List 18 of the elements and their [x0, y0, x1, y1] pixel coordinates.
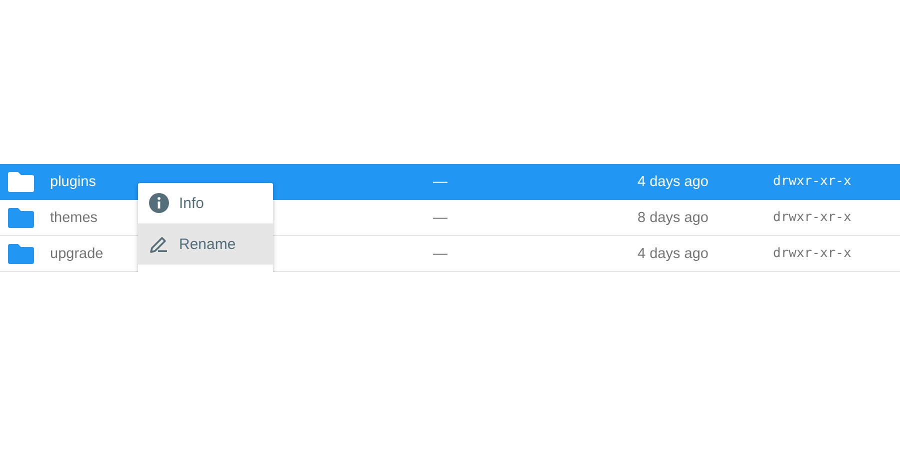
file-permissions: drwxr-xr-x: [773, 210, 852, 225]
file-size: —: [433, 246, 448, 262]
modified-date: 8 days ago: [636, 210, 710, 226]
file-size: —: [433, 174, 448, 190]
file-name: upgrade: [50, 246, 104, 262]
file-permissions: drwxr-xr-x: [773, 174, 852, 189]
file-size: —: [433, 210, 448, 226]
folder-icon: [8, 208, 34, 228]
menu-item[interactable]: Rename: [138, 224, 273, 265]
modified-date: 4 days ago: [636, 246, 710, 262]
folder-icon: [8, 244, 34, 264]
folder-icon: [8, 172, 34, 192]
file-name: themes: [50, 210, 99, 226]
file-name: plugins: [50, 174, 97, 190]
file-permissions: drwxr-xr-x: [773, 246, 852, 261]
info-icon: [149, 193, 169, 213]
pencil-icon: [149, 234, 169, 254]
modified-date: 4 days ago: [636, 174, 710, 190]
